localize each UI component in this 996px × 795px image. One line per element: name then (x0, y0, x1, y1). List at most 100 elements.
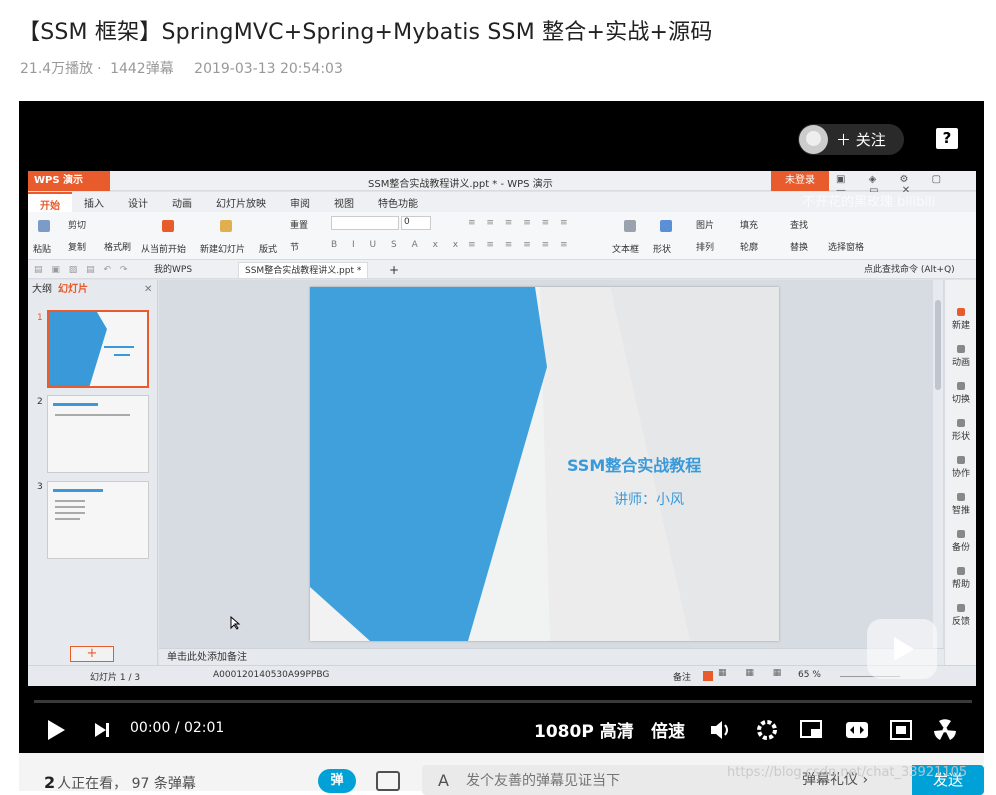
backup-icon (957, 530, 965, 538)
slide-canvas[interactable]: SSM整合实战教程 讲师：小风 (159, 280, 944, 648)
paragraph-buttons[interactable]: ≡ ≡ ≡ ≡ ≡ ≡ (468, 218, 572, 228)
menu-slideshow[interactable]: 幻灯片放映 (204, 192, 278, 212)
progress-bar[interactable] (34, 700, 972, 703)
thumb-art (53, 489, 103, 520)
thumb-art (49, 312, 134, 386)
follow-button[interactable]: ＋ 关注 (798, 124, 904, 155)
wps-ribbon: 粘贴 剪切 复制 格式刷 从当前开始 新建幻灯片 版式 重置 节 0 B I U… (28, 212, 976, 260)
play-count: 21.4万播放 (20, 61, 94, 77)
zoom-level[interactable]: 65 % (798, 670, 821, 680)
volume-icon[interactable] (709, 719, 733, 741)
normal-view-icon[interactable] (703, 671, 713, 681)
help-icon[interactable]: ? (936, 128, 958, 149)
panel-header: 大纲 幻灯片 ✕ (28, 280, 157, 300)
pane-new[interactable]: 新建 (945, 308, 976, 331)
settings-gear-icon[interactable] (756, 719, 778, 741)
font-style-buttons[interactable]: B I U S A x x (331, 240, 464, 250)
new-tab-button[interactable]: + (383, 262, 405, 278)
notes-area[interactable]: 单击此处添加备注 (159, 648, 944, 665)
font-name-select[interactable] (331, 216, 399, 230)
time-total: 02:01 (183, 720, 225, 736)
pane-smart[interactable]: 智推 (945, 493, 976, 516)
tab-slides[interactable]: 幻灯片 (58, 284, 88, 295)
thumb-art (53, 403, 130, 416)
quick-access-toolbar[interactable]: ▤ ▣ ▨ ▤ ↶ ↷ (28, 262, 136, 278)
tab-outline[interactable]: 大纲 (32, 284, 52, 295)
select-pane-button[interactable]: 选择窗格 (828, 240, 864, 253)
tab-my-wps[interactable]: 我的WPS (148, 262, 198, 278)
slide-thumbnail-3[interactable] (47, 481, 149, 559)
slide-thumbnail-2[interactable] (47, 395, 149, 473)
current-slide[interactable]: SSM整合实战教程 讲师：小风 (310, 287, 779, 641)
tab-ssm-ppt[interactable]: SSM整合实战教程讲义.ppt * (238, 262, 369, 278)
add-slide-button[interactable]: + (70, 646, 114, 662)
canvas-scrollbar[interactable] (933, 280, 943, 648)
copy-button[interactable]: 复制 (68, 240, 86, 253)
format-painter-button[interactable]: 格式刷 (104, 240, 131, 253)
paste-button[interactable]: 粘贴 (33, 242, 51, 255)
pane-transition[interactable]: 切换 (945, 382, 976, 405)
view-buttons[interactable]: ▦ ▦ ▦ (718, 668, 789, 678)
menu-view[interactable]: 视图 (322, 192, 366, 212)
pane-collab[interactable]: 协作 (945, 456, 976, 479)
menu-animation[interactable]: 动画 (160, 192, 204, 212)
pane-animation[interactable]: 动画 (945, 345, 976, 368)
speed-button[interactable]: 倍速 (651, 717, 685, 742)
wps-titlebar: WPS 演示 SSM整合实战教程讲义.ppt * - WPS 演示 未登录 ▣ … (28, 171, 976, 196)
find-button[interactable]: 查找 (790, 218, 808, 231)
new-slide-button[interactable]: 新建幻灯片 (200, 242, 245, 255)
radiation-icon[interactable] (933, 718, 957, 742)
play-icon[interactable] (46, 718, 66, 742)
scroll-thumb[interactable] (935, 300, 941, 390)
shape-button[interactable]: 形状 (653, 242, 671, 255)
wps-app-menu[interactable]: WPS 演示 (28, 171, 110, 191)
wps-doc-tabs: ▤ ▣ ▨ ▤ ↶ ↷ 我的WPS SSM整合实战教程讲义.ppt * + 点此… (28, 260, 976, 279)
arrange-button[interactable]: 排列 (696, 240, 714, 253)
picture-in-picture-icon[interactable] (800, 720, 824, 740)
command-search[interactable]: 点此查找命令 (Alt+Q) (858, 262, 961, 278)
help-icon (957, 567, 965, 575)
section-button[interactable]: 节 (290, 240, 299, 253)
widescreen-icon[interactable] (845, 721, 869, 739)
video-player[interactable]: ＋ 关注 ? WPS 演示 SSM整合实战教程讲义.ppt * - WPS 演示… (19, 101, 984, 753)
wps-status-bar: 幻灯片 1 / 3 A000120140530A99PPBG 备注 ▦ ▦ ▦ … (28, 665, 976, 686)
picture-button[interactable]: 图片 (696, 218, 714, 231)
from-current-button[interactable]: 从当前开始 (141, 242, 186, 255)
wps-window: WPS 演示 SSM整合实战教程讲义.ppt * - WPS 演示 未登录 ▣ … (28, 171, 976, 686)
danmaku-toggle[interactable]: 弹 (318, 769, 356, 793)
font-size-select[interactable]: 0 (401, 216, 431, 230)
reset-button[interactable]: 重置 (290, 218, 308, 231)
pane-feedback[interactable]: 反馈 (945, 604, 976, 627)
next-icon[interactable] (93, 721, 111, 739)
outline-button[interactable]: 轮廓 (740, 240, 758, 253)
danmaku-settings-icon[interactable] (376, 771, 400, 791)
menu-special[interactable]: 特色功能 (366, 192, 430, 212)
slideshow-icon (162, 220, 174, 232)
pane-help[interactable]: 帮助 (945, 567, 976, 590)
cut-button[interactable]: 剪切 (68, 218, 86, 231)
fullscreen-icon[interactable] (890, 720, 912, 740)
menu-insert[interactable]: 插入 (72, 192, 116, 212)
pane-shape[interactable]: 形状 (945, 419, 976, 442)
menu-design[interactable]: 设计 (116, 192, 160, 212)
time-display: 00:00 / 02:01 (130, 720, 225, 736)
align-buttons[interactable]: ≡ ≡ ≡ ≡ ≡ ≡ (468, 240, 572, 250)
wps-login-button[interactable]: 未登录 (771, 171, 829, 191)
uploader-avatar (799, 125, 828, 154)
smart-icon (957, 493, 965, 501)
fill-button[interactable]: 填充 (740, 218, 758, 231)
textbox-button[interactable]: 文本框 (612, 242, 639, 255)
danmaku-input[interactable] (466, 771, 766, 791)
quality-button[interactable]: 1080P 高清 (534, 717, 634, 742)
follow-label: ＋ 关注 (836, 131, 886, 149)
notes-toggle[interactable]: 备注 (673, 670, 691, 683)
menu-review[interactable]: 审阅 (278, 192, 322, 212)
font-style-icon[interactable]: A (438, 771, 449, 790)
slide-number: 1 (37, 313, 43, 323)
close-icon[interactable]: ✕ (144, 280, 152, 300)
menu-start[interactable]: 开始 (28, 192, 72, 212)
layout-button[interactable]: 版式 (259, 242, 277, 255)
pane-backup[interactable]: 备份 (945, 530, 976, 553)
slide-thumbnail-1[interactable] (47, 310, 149, 388)
replace-button[interactable]: 替换 (790, 240, 808, 253)
